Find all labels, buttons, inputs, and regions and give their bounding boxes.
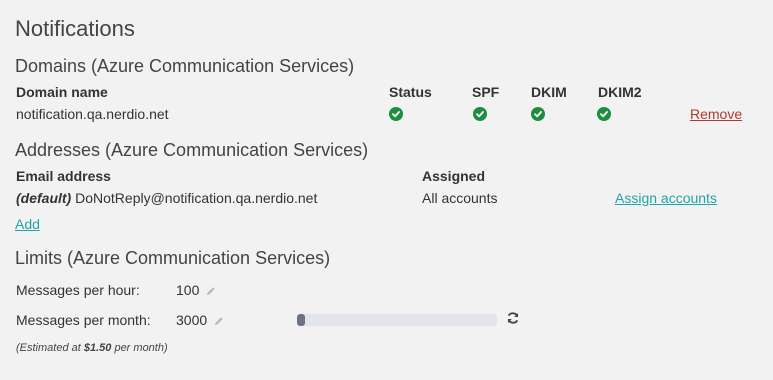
spf-check-icon bbox=[473, 107, 487, 121]
edit-per-month-pencil-icon[interactable] bbox=[213, 314, 225, 326]
messages-per-hour-value: 100 bbox=[176, 282, 200, 298]
assign-accounts-link[interactable]: Assign accounts bbox=[615, 190, 717, 206]
assigned-header: Assigned bbox=[422, 168, 486, 184]
estimate-prefix: (Estimated at bbox=[16, 342, 84, 354]
assigned-cell: All accounts bbox=[422, 190, 498, 206]
add-address-link[interactable]: Add bbox=[15, 216, 40, 232]
spf-header: SPF bbox=[472, 84, 500, 100]
page-title: Notifications bbox=[15, 16, 135, 41]
email-address-header: Email address bbox=[16, 168, 111, 184]
status-check-icon bbox=[389, 107, 403, 121]
addresses-heading: Addresses (Azure Communication Services) bbox=[15, 140, 369, 160]
status-header: Status bbox=[389, 84, 432, 100]
email-address-cell: (default) DoNotReply@notification.qa.ner… bbox=[16, 190, 317, 206]
email-address-value: DoNotReply@notification.qa.nerdio.net bbox=[75, 190, 318, 206]
estimate-amount: $1.50 bbox=[83, 342, 112, 354]
domain-name-cell: notification.qa.nerdio.net bbox=[16, 106, 169, 122]
messages-per-month-label: Messages per month: bbox=[16, 312, 151, 328]
estimate-suffix: per month) bbox=[111, 342, 168, 354]
default-tag: (default) bbox=[16, 190, 72, 206]
monthly-usage-progress-fill bbox=[297, 314, 305, 326]
edit-per-hour-pencil-icon[interactable] bbox=[205, 284, 217, 296]
remove-domain-link[interactable]: Remove bbox=[690, 106, 742, 122]
domain-name-header: Domain name bbox=[16, 84, 108, 100]
monthly-usage-progress bbox=[297, 314, 497, 326]
estimated-cost-note: (Estimated at $1.50 per month) bbox=[16, 342, 168, 354]
limits-heading: Limits (Azure Communication Services) bbox=[15, 248, 331, 268]
messages-per-hour-label: Messages per hour: bbox=[16, 282, 140, 298]
dkim2-check-icon bbox=[597, 107, 611, 121]
dkim-header: DKIM bbox=[531, 84, 567, 100]
dkim2-header: DKIM2 bbox=[598, 84, 642, 100]
messages-per-month-value: 3000 bbox=[176, 312, 208, 328]
refresh-icon[interactable] bbox=[506, 311, 520, 325]
domains-heading: Domains (Azure Communication Services) bbox=[15, 56, 355, 76]
dkim-check-icon bbox=[531, 107, 545, 121]
